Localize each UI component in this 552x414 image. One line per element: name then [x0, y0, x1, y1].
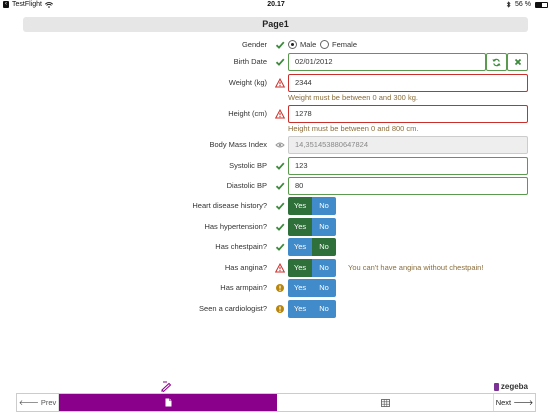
check-icon: [275, 222, 285, 232]
question-row: Has chestpain? Yes No: [0, 238, 552, 256]
clear-date-button[interactable]: [507, 53, 528, 71]
battery-percent: 56 %: [515, 1, 531, 8]
no-button[interactable]: No: [312, 279, 336, 297]
weight-error-message: Weight must be between 0 and 300 kg.: [288, 93, 418, 102]
gender-option-female-label: Female: [332, 40, 358, 49]
question-label: Seen a cardiologist?: [199, 303, 267, 313]
document-icon: [165, 398, 171, 407]
height-label: Height (cm): [228, 109, 267, 118]
diastolic-input[interactable]: 80: [288, 177, 528, 195]
refresh-date-button[interactable]: [486, 53, 507, 71]
yes-no-toggle: Yes No: [288, 197, 336, 215]
gender-option-female[interactable]: Female: [320, 40, 357, 49]
yes-button[interactable]: Yes: [288, 279, 312, 297]
yes-button[interactable]: Yes: [288, 197, 312, 215]
check-icon: [275, 242, 285, 252]
bmi-label: Body Mass Index: [209, 140, 267, 149]
battery-icon: [535, 1, 548, 8]
status-time: 20.17: [267, 1, 285, 8]
footer: zegeba 🡐 Prev Next 🡒: [0, 380, 552, 414]
bmi-row: Body Mass Index 14,351453880647824: [0, 136, 552, 154]
status-right: 56 %: [506, 1, 548, 8]
yes-no-toggle: Yes No: [288, 299, 336, 318]
question-row: Has armpain? Yes No: [0, 279, 552, 297]
question-label: Has hypertension?: [204, 221, 267, 231]
check-icon: [275, 201, 285, 211]
height-row: Height (cm) 1278: [0, 105, 552, 123]
radio-selected-icon: [288, 40, 297, 49]
question-label: Heart disease history?: [192, 201, 267, 210]
weight-input[interactable]: 2344: [288, 74, 528, 92]
check-icon: [275, 181, 285, 191]
warning-icon: [275, 262, 285, 273]
question-row: Has hypertension? Yes No: [0, 217, 552, 236]
systolic-input[interactable]: 123: [288, 157, 528, 175]
no-button[interactable]: No: [312, 238, 336, 256]
exclamation-circle-icon: [275, 283, 285, 293]
brand-name: zegeba: [500, 382, 528, 391]
yes-no-toggle: Yes No: [288, 258, 336, 277]
bluetooth-icon: [506, 1, 511, 8]
yes-button[interactable]: Yes: [288, 238, 312, 256]
question-row: Has angina? Yes No You can't have angina wi…: [0, 258, 552, 277]
no-button[interactable]: No: [312, 217, 336, 236]
gender-label: Gender: [241, 40, 267, 49]
yes-no-toggle: Yes No: [288, 238, 336, 256]
question-label: Has chestpain?: [215, 242, 267, 251]
yes-button[interactable]: Yes: [288, 258, 312, 277]
close-icon: [514, 58, 521, 66]
height-input[interactable]: 1278: [288, 105, 528, 123]
no-button[interactable]: No: [312, 299, 336, 318]
yes-no-toggle: Yes No: [288, 279, 336, 297]
table-icon: [381, 398, 390, 407]
radio-unselected-icon: [320, 40, 329, 49]
status-bar: ‹ TestFlight 20.17 56 %: [0, 0, 552, 11]
yes-no-toggle: Yes No: [288, 217, 336, 236]
refresh-icon: [492, 58, 501, 66]
prev-label: Prev: [40, 398, 57, 407]
diastolic-row: Diastolic BP 80: [0, 177, 552, 195]
page-navigation: 🡐 Prev Next 🡒: [16, 393, 536, 412]
gender-option-male[interactable]: Male: [288, 40, 316, 49]
pencil-icon: [160, 381, 172, 392]
prev-button[interactable]: 🡐 Prev: [17, 394, 59, 411]
no-button[interactable]: No: [312, 258, 336, 277]
warning-icon: [275, 78, 285, 88]
birth-date-label: Birth Date: [233, 57, 267, 66]
brand-logo: zegeba: [493, 382, 528, 391]
question-row: Seen a cardiologist? Yes No: [0, 299, 552, 318]
systolic-label: Systolic BP: [229, 161, 267, 170]
weight-row: Weight (kg) 2344: [0, 74, 552, 92]
gender-option-male-label: Male: [300, 40, 317, 49]
question-label: Has angina?: [224, 262, 267, 272]
exclamation-circle-icon: [275, 304, 285, 314]
eye-icon: [275, 140, 285, 150]
check-icon: [275, 40, 285, 50]
check-icon: [275, 161, 285, 171]
next-label: Next: [495, 398, 512, 407]
bmi-field: 14,351453880647824: [288, 136, 528, 154]
systolic-row: Systolic BP 123: [0, 157, 552, 175]
warning-icon: [275, 109, 285, 119]
no-button[interactable]: No: [312, 197, 336, 215]
page-1-tab[interactable]: [59, 394, 277, 411]
height-error-message: Height must be between 0 and 800 cm.: [288, 124, 419, 133]
check-icon: [275, 57, 285, 67]
yes-button[interactable]: Yes: [288, 299, 312, 318]
page-title: Page1: [23, 17, 528, 32]
zegeba-logo-icon: [493, 382, 499, 391]
gender-row: Gender Male Female: [0, 36, 552, 54]
yes-button[interactable]: Yes: [288, 217, 312, 236]
question-label: Has armpain?: [220, 283, 267, 292]
birth-date-input[interactable]: 02/01/2012: [288, 53, 486, 71]
diastolic-label: Diastolic BP: [226, 181, 267, 190]
birth-date-row: Birth Date 02/01/2012: [0, 53, 552, 71]
question-row: Heart disease history? Yes No: [0, 197, 552, 215]
question-warning-message: You can't have angina without chestpain!: [348, 262, 484, 272]
next-button[interactable]: Next 🡒: [493, 394, 535, 411]
weight-label: Weight (kg): [228, 78, 267, 87]
page-2-tab[interactable]: [277, 394, 494, 411]
